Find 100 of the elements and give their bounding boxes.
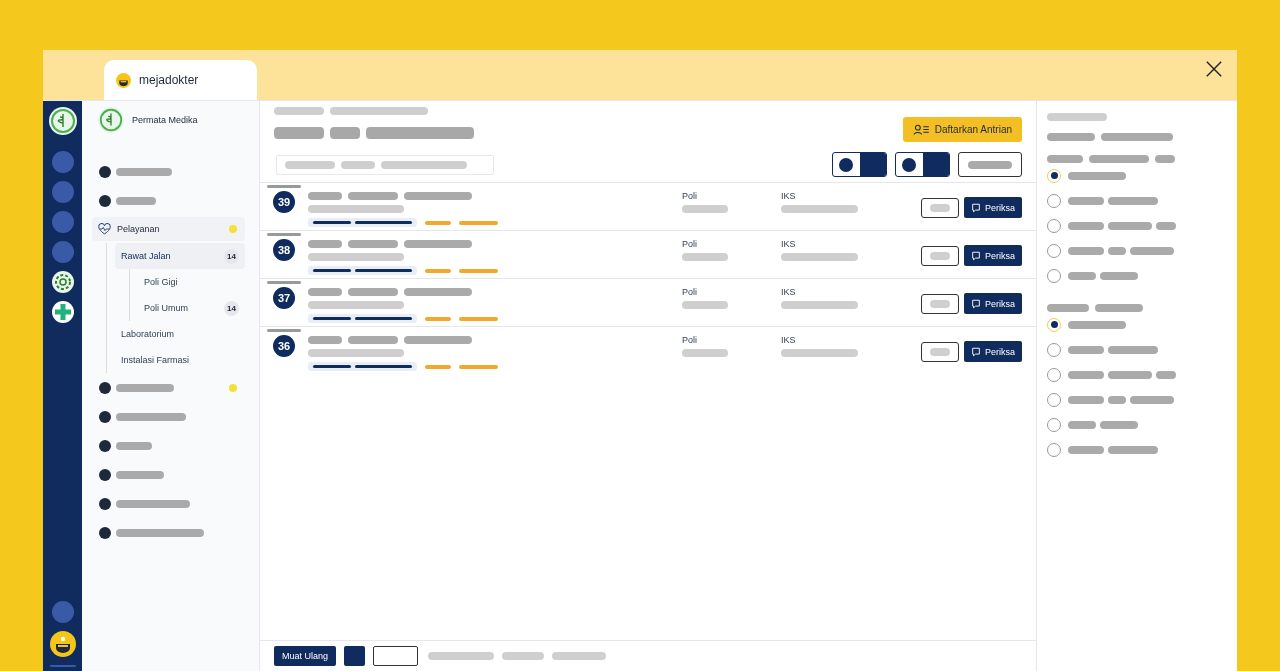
skeleton-bar [1068,171,1126,180]
skeleton-bar [682,349,728,357]
poli-label: Poli [682,287,698,297]
tag-line [425,364,451,369]
skeleton-bar [404,288,472,296]
tag-line [459,220,498,225]
skeleton-bar [552,652,607,660]
secondary-button[interactable] [921,341,959,362]
register-queue-button[interactable]: Daftarkan Antrian [902,117,1022,142]
skeleton-bar [116,412,186,421]
skeleton-bar [308,192,342,200]
skeleton-bar [1047,155,1083,163]
skeleton-bar [116,441,152,450]
skeleton-bar [1068,221,1104,230]
skeleton-bar [116,470,164,479]
plus-icon[interactable] [51,301,74,323]
close-icon[interactable] [1205,60,1223,78]
poli-label: Poli [682,191,698,201]
poli-label: Poli [682,239,698,249]
skeleton-bar [1068,370,1104,379]
count-badge: 14 [224,300,239,316]
secondary-button[interactable] [921,197,959,218]
tag-line [425,268,451,273]
skeleton-bar [682,301,728,309]
examine-button[interactable]: Periksa [964,245,1022,266]
submenu-item[interactable]: Rawat Jalan 14 [115,243,245,269]
tag-line [425,220,451,225]
toggle-switch[interactable] [832,152,887,177]
secondary-button[interactable] [921,245,959,266]
skeleton-bar [116,167,172,176]
skeleton-bar [1068,196,1104,205]
skeleton-bar [267,281,301,284]
examine-button[interactable]: Periksa [964,197,1022,218]
skeleton-bar [348,288,398,296]
skeleton-bar [1068,320,1126,329]
examine-button[interactable]: Periksa [964,293,1022,314]
filter-button[interactable] [958,152,1022,177]
skeleton-bar [404,336,472,344]
search-field[interactable] [276,154,494,175]
queue-number: 36 [273,335,295,357]
chat-icon [971,202,981,213]
skeleton-bar [348,192,398,200]
toggle-switch[interactable] [895,152,950,177]
skeleton-bar [1047,304,1089,312]
app-tab[interactable]: mejadokter [104,60,257,100]
submenu-item[interactable]: Laboratorium [115,321,245,347]
skeleton-bar [1068,420,1096,429]
skeleton-bar [1095,304,1143,312]
skeleton-bar [404,240,472,248]
skeleton-bar [682,253,728,261]
menu-bullet-icon [99,381,111,394]
chat-icon [971,250,981,261]
skeleton-bar [1155,155,1175,163]
clinic-logo-icon [98,107,124,133]
skeleton-bar [116,196,156,205]
tag-line [459,316,498,321]
insurance-label: IKS [781,287,797,297]
page-field[interactable] [373,646,419,666]
submenu-item[interactable]: Poli Umum 14 [138,295,245,321]
skeleton-bar [1156,370,1176,379]
user-list-icon [912,124,930,135]
queue-number: 38 [273,239,295,261]
skeleton-bar [404,192,472,200]
skeleton-bar [308,240,342,248]
skeleton-bar [116,383,174,392]
heart-pulse-icon [98,223,111,235]
clinic-logo-icon[interactable] [48,107,77,135]
gear-icon[interactable] [51,271,74,293]
skeleton-bar [1047,113,1107,121]
secondary-button[interactable] [921,293,959,314]
tag-line [425,316,451,321]
skeleton-bar [348,336,398,344]
skeleton-bar [330,127,360,139]
reload-button[interactable]: Muat Ulang [274,646,337,666]
skeleton-bar [348,240,398,248]
skeleton-bar [1101,133,1173,141]
skeleton-bar [1108,221,1152,230]
skeleton-bar [1108,246,1126,255]
menu-item[interactable]: Pelayanan [92,217,245,241]
skeleton-bar [267,233,301,236]
queue-number: 37 [273,287,295,309]
skeleton-bar [1130,395,1174,404]
skeleton-bar [274,107,324,115]
page-button[interactable] [344,646,366,666]
skeleton-bar [1108,370,1152,379]
skeleton-bar [1068,395,1104,404]
chat-icon [971,298,981,309]
insurance-label: IKS [781,335,797,345]
chat-icon [971,346,981,357]
mascot-icon[interactable] [49,631,76,657]
skeleton-bar [308,336,342,344]
skeleton-bar [1047,133,1095,141]
submenu-item[interactable]: Instalasi Farmasi [115,347,245,373]
examine-button[interactable]: Periksa [964,341,1022,362]
count-badge: 14 [224,248,239,264]
skeleton-bar [267,185,301,188]
submenu-item[interactable]: Poli Gigi [138,269,245,295]
skeleton-bar [1100,271,1138,280]
skeleton-bar [1068,246,1104,255]
mascot-icon [116,72,131,88]
